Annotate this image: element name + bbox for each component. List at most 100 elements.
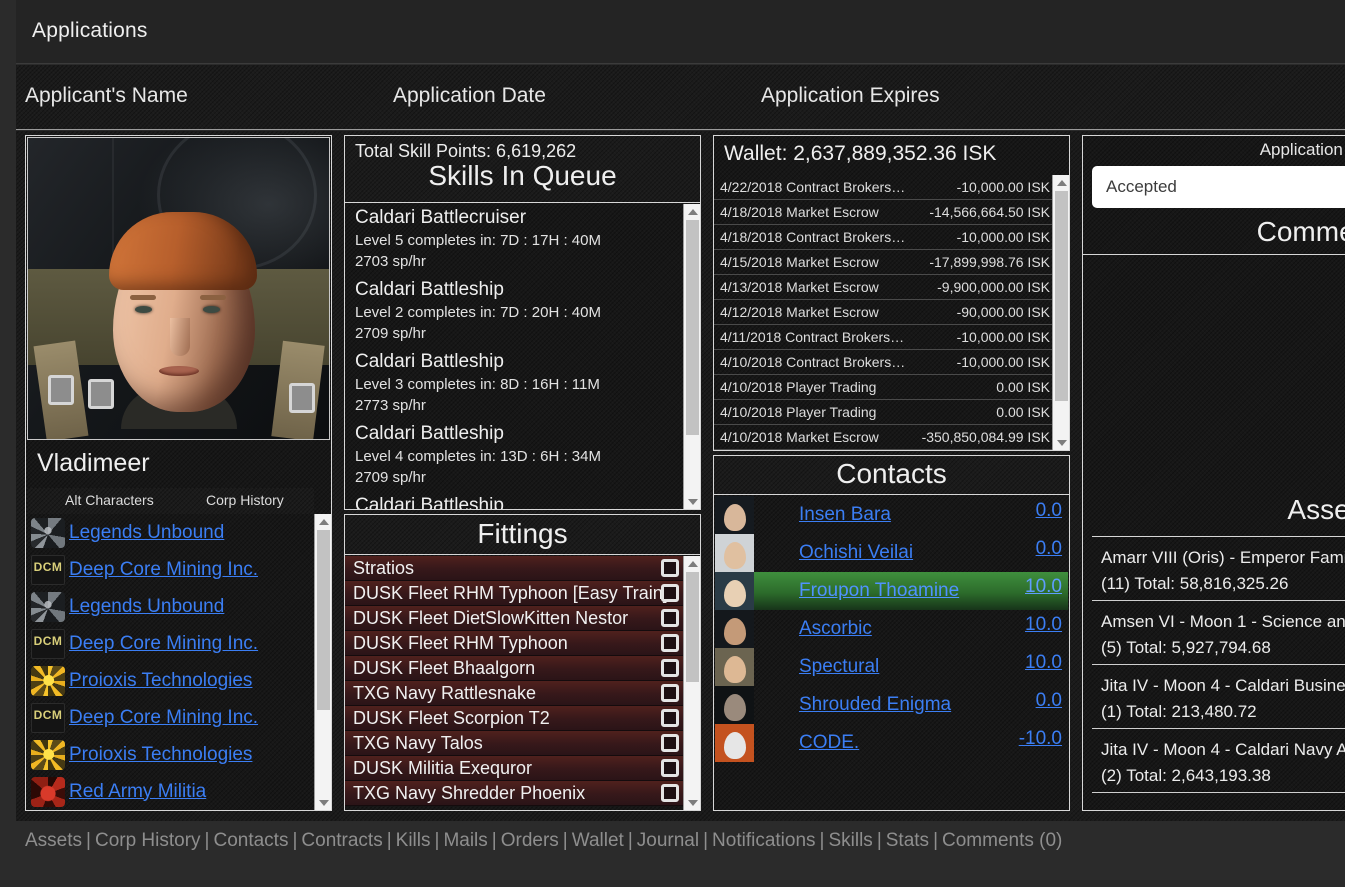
- corp-history-link[interactable]: Legends Unbound: [69, 596, 224, 618]
- wallet-transaction-row[interactable]: 4/18/2018 Contract Brokers… -10,000.00 IS…: [714, 225, 1052, 250]
- fitting-row[interactable]: DUSK Fleet RHM Typhoon: [345, 631, 683, 656]
- fitting-checkbox-icon[interactable]: [661, 709, 679, 727]
- fitting-checkbox-icon[interactable]: [661, 659, 679, 677]
- asset-row[interactable]: Amsen VI - Moon 1 - Science an (5) Total:…: [1092, 601, 1345, 665]
- scroll-up-arrow-icon[interactable]: [684, 204, 700, 219]
- nav-item-wallet[interactable]: Wallet: [572, 830, 624, 852]
- corp-history-row[interactable]: Red Army Militia: [27, 773, 314, 810]
- contact-name-link[interactable]: Insen Bara: [799, 504, 891, 526]
- skill-queue-item[interactable]: Caldari Battleship Level 2 completes in: …: [345, 276, 683, 348]
- contact-name-link[interactable]: Ascorbic: [799, 618, 872, 640]
- scrollbar-thumb[interactable]: [1055, 191, 1068, 401]
- contact-name-link[interactable]: Ochishi Veilai: [799, 542, 913, 564]
- fittings-list[interactable]: Stratios DUSK Fleet RHM Typhoon [Easy Tra…: [345, 556, 700, 810]
- application-state-input[interactable]: [1092, 166, 1345, 208]
- fitting-checkbox-icon[interactable]: [661, 784, 679, 802]
- fitting-checkbox-icon[interactable]: [661, 734, 679, 752]
- fitting-row[interactable]: DUSK Fleet Bhaalgorn: [345, 656, 683, 681]
- contact-standing[interactable]: 0.0: [1036, 500, 1062, 522]
- comments-body[interactable]: [1083, 254, 1345, 470]
- nav-item-assets[interactable]: Assets: [25, 830, 82, 852]
- fitting-row[interactable]: DUSK Militia Exequror: [345, 756, 683, 781]
- skills-scrollbar[interactable]: [683, 204, 700, 509]
- corp-history-row[interactable]: Legends Unbound: [27, 514, 314, 551]
- fitting-checkbox-icon[interactable]: [661, 759, 679, 777]
- contact-row[interactable]: Shrouded Enigma 0.0: [715, 686, 1068, 724]
- wallet-transaction-row[interactable]: 4/12/2018 Market Escrow -90,000.00 ISK: [714, 300, 1052, 325]
- nav-item-mails[interactable]: Mails: [443, 830, 487, 852]
- contact-name-link[interactable]: Shrouded Enigma: [799, 694, 951, 716]
- nav-item-skills[interactable]: Skills: [828, 830, 872, 852]
- scrollbar-thumb[interactable]: [317, 530, 330, 710]
- contact-row[interactable]: CODE. -10.0: [715, 724, 1068, 762]
- contact-standing[interactable]: 10.0: [1025, 614, 1062, 636]
- scroll-up-arrow-icon[interactable]: [1053, 175, 1069, 190]
- fitting-checkbox-icon[interactable]: [661, 684, 679, 702]
- fittings-scrollbar[interactable]: [683, 556, 700, 810]
- tab-corp-history[interactable]: Corp History: [206, 492, 284, 508]
- corp-history-link[interactable]: Deep Core Mining Inc.: [69, 633, 258, 655]
- nav-item-stats[interactable]: Stats: [886, 830, 929, 852]
- contact-standing[interactable]: 10.0: [1025, 576, 1062, 598]
- contact-standing[interactable]: 0.0: [1036, 538, 1062, 560]
- fitting-checkbox-icon[interactable]: [661, 634, 679, 652]
- asset-row[interactable]: Amarr VIII (Oris) - Emperor Fami (11) Tot…: [1092, 537, 1345, 601]
- nav-item-kills[interactable]: Kills: [396, 830, 431, 852]
- wallet-transaction-row[interactable]: 4/18/2018 Market Escrow -14,566,664.50 IS…: [714, 200, 1052, 225]
- tab-alt-characters[interactable]: Alt Characters: [65, 492, 154, 508]
- scroll-up-arrow-icon[interactable]: [315, 514, 331, 529]
- corp-history-row[interactable]: Proioxis Technologies: [27, 662, 314, 699]
- scrollbar-thumb[interactable]: [686, 572, 699, 682]
- nav-item-orders[interactable]: Orders: [501, 830, 559, 852]
- nav-item-contracts[interactable]: Contracts: [301, 830, 382, 852]
- fitting-row[interactable]: DUSK Fleet DietSlowKitten Nestor: [345, 606, 683, 631]
- scroll-down-arrow-icon[interactable]: [315, 795, 331, 810]
- corp-history-list[interactable]: Legends Unbound Deep Core Mining Inc. Lege…: [27, 514, 331, 810]
- fitting-row[interactable]: DUSK Fleet RHM Typhoon [Easy Train]: [345, 581, 683, 606]
- corp-history-row[interactable]: Deep Core Mining Inc.: [27, 551, 314, 588]
- corp-history-row[interactable]: Proioxis Technologies: [27, 736, 314, 773]
- contact-standing[interactable]: 0.0: [1036, 690, 1062, 712]
- skill-queue-item[interactable]: Caldari Battlecruiser Level 5 completes i…: [345, 204, 683, 276]
- skill-queue-item[interactable]: Caldari Battleship Level 3 completes in: …: [345, 348, 683, 420]
- nav-item-comments-0[interactable]: Comments (0): [942, 830, 1062, 852]
- fitting-row[interactable]: TXG Navy Shredder Phoenix: [345, 781, 683, 806]
- skill-queue-item[interactable]: Caldari Battleship Level 4 completes in: …: [345, 420, 683, 492]
- contact-name-link[interactable]: Spectural: [799, 656, 879, 678]
- corp-history-scrollbar[interactable]: [314, 514, 331, 810]
- fitting-checkbox-icon[interactable]: [661, 559, 679, 577]
- corp-history-row[interactable]: Deep Core Mining Inc.: [27, 699, 314, 736]
- wallet-transaction-row[interactable]: 4/10/2018 Player Trading 0.00 ISK: [714, 400, 1052, 425]
- asset-row[interactable]: Jita IV - Moon 4 - Caldari Busine (1) Tot…: [1092, 665, 1345, 729]
- fitting-row[interactable]: TXG Navy Talos: [345, 731, 683, 756]
- column-header-application-expires[interactable]: Application Expires: [761, 84, 940, 108]
- nav-item-notifications[interactable]: Notifications: [712, 830, 816, 852]
- wallet-transactions-list[interactable]: 4/22/2018 Contract Brokers… -10,000.00 IS…: [714, 175, 1069, 450]
- contact-standing[interactable]: 10.0: [1025, 652, 1062, 674]
- contact-row[interactable]: Spectural 10.0: [715, 648, 1068, 686]
- corp-history-link[interactable]: Deep Core Mining Inc.: [69, 559, 258, 581]
- fitting-row[interactable]: Stratios: [345, 556, 683, 581]
- corp-history-row[interactable]: Legends Unbound: [27, 588, 314, 625]
- column-header-applicant-name[interactable]: Applicant's Name: [25, 84, 188, 108]
- skill-queue-item[interactable]: Caldari Battleship: [345, 492, 683, 509]
- asset-row[interactable]: Jita IV - Moon 4 - Caldari Navy A (2) Tot…: [1092, 729, 1345, 793]
- wallet-transaction-row[interactable]: 4/11/2018 Contract Brokers… -10,000.00 IS…: [714, 325, 1052, 350]
- corp-history-link[interactable]: Red Army Militia: [69, 781, 206, 803]
- wallet-transaction-row[interactable]: 4/10/2018 Player Trading 0.00 ISK: [714, 375, 1052, 400]
- contact-name-link[interactable]: Froupon Thoamine: [799, 580, 959, 602]
- skills-queue-list[interactable]: Caldari Battlecruiser Level 5 completes i…: [345, 204, 700, 509]
- column-header-application-date[interactable]: Application Date: [393, 84, 546, 108]
- assets-list[interactable]: Amarr VIII (Oris) - Emperor Fami (11) Tot…: [1092, 536, 1345, 808]
- corp-history-row[interactable]: Deep Core Mining Inc.: [27, 625, 314, 662]
- scroll-up-arrow-icon[interactable]: [684, 556, 700, 571]
- nav-item-contacts[interactable]: Contacts: [213, 830, 288, 852]
- scrollbar-thumb[interactable]: [686, 220, 699, 435]
- nav-item-corp-history[interactable]: Corp History: [95, 830, 201, 852]
- contact-standing[interactable]: -10.0: [1019, 728, 1062, 750]
- contact-row[interactable]: Froupon Thoamine 10.0: [715, 572, 1068, 610]
- wallet-scrollbar[interactable]: [1052, 175, 1069, 450]
- fitting-row[interactable]: DUSK Fleet Scorpion T2: [345, 706, 683, 731]
- wallet-transaction-row[interactable]: 4/10/2018 Market Escrow -350,850,084.99 I…: [714, 425, 1052, 450]
- scroll-down-arrow-icon[interactable]: [684, 795, 700, 810]
